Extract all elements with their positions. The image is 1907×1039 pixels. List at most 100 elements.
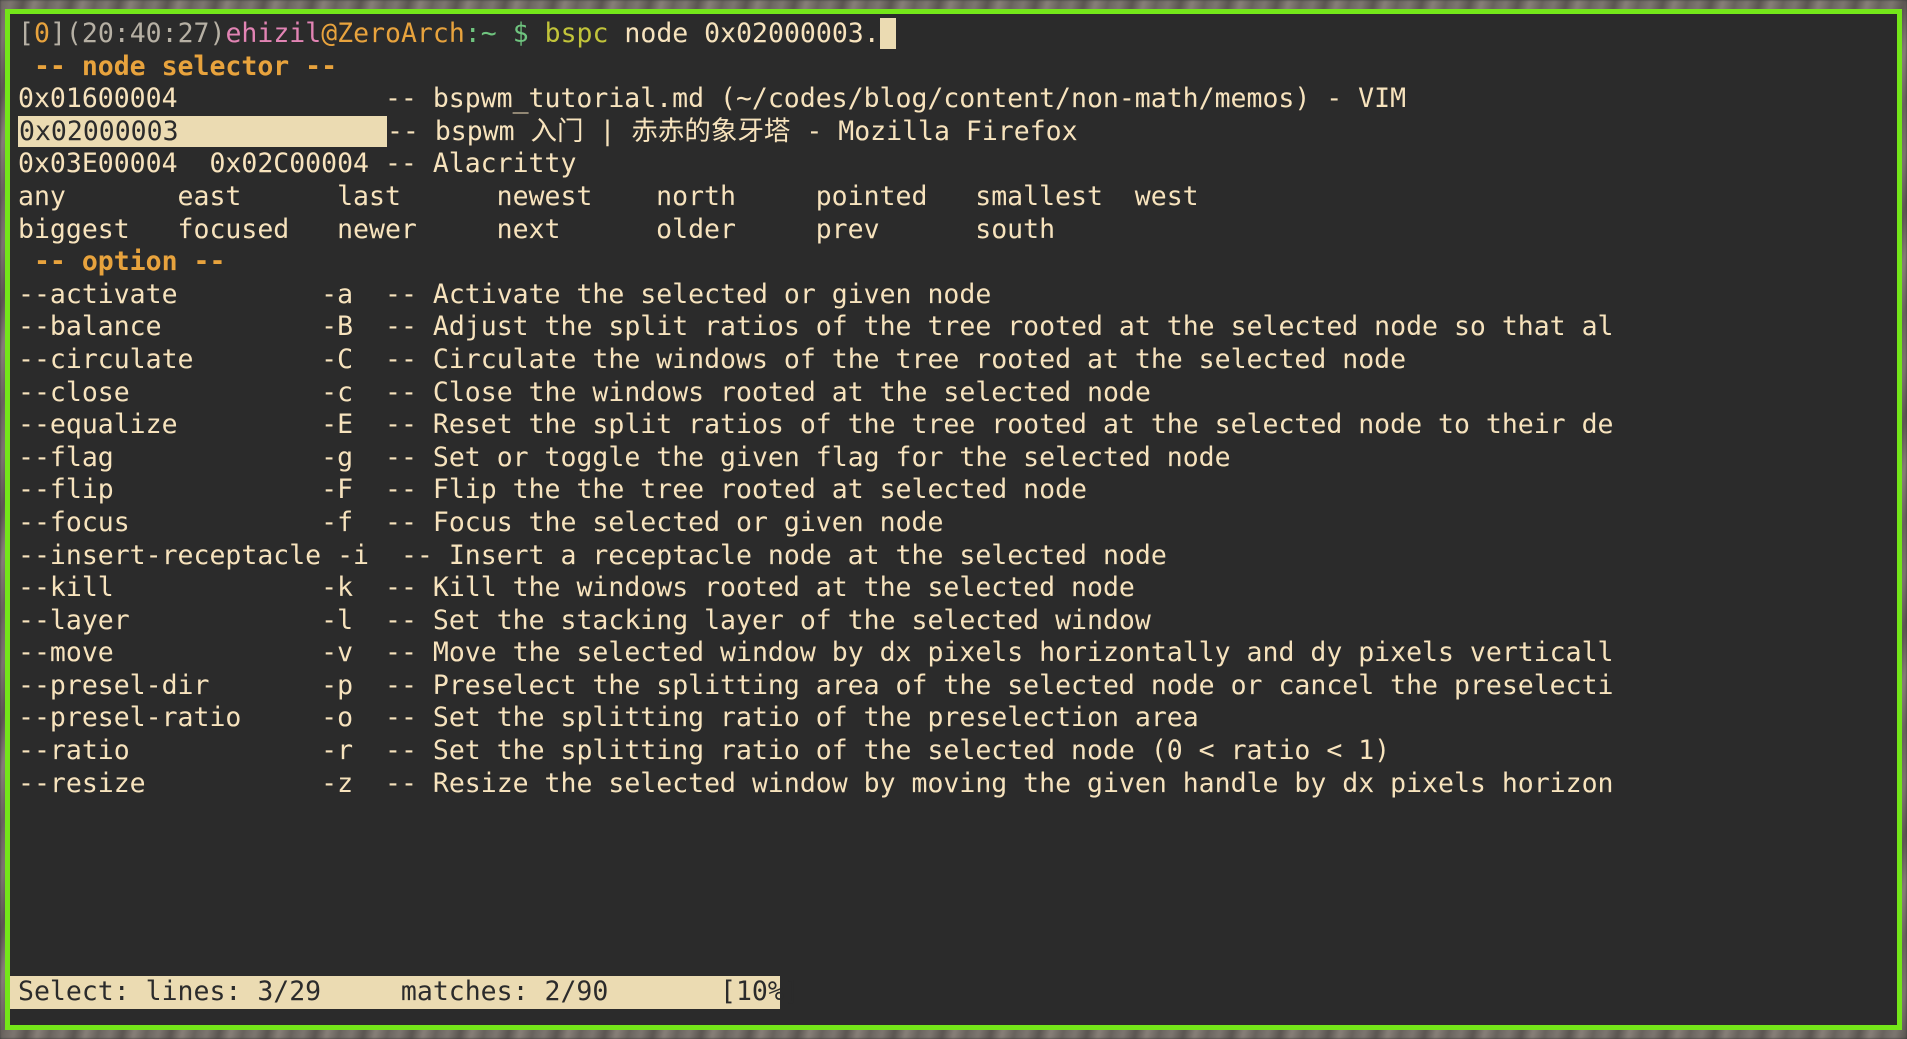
terminal-window[interactable]: [0](20:40:27)ehizil@ZeroArch:~ $ bspc no… bbox=[5, 9, 1902, 1030]
option-short-circulate[interactable]: -C bbox=[321, 344, 353, 375]
node-row-1-selected[interactable]: 0x02000003 -- bspwm 入门 | 赤赤的象牙塔 - Mozill… bbox=[10, 116, 1897, 149]
node-ids-2[interactable]: 0x03E00004 0x02C00004 bbox=[18, 148, 385, 179]
option-long-flag[interactable]: --flag bbox=[18, 442, 321, 473]
option-row-flip[interactable]: --flip -F -- Flip the the tree rooted at… bbox=[10, 474, 1897, 507]
option-short-resize[interactable]: -z bbox=[321, 768, 353, 799]
option-short-layer[interactable]: -l bbox=[321, 605, 353, 636]
option-row-presel-dir[interactable]: --presel-dir -p -- Preselect the splitti… bbox=[10, 670, 1897, 703]
option-long-resize[interactable]: --resize bbox=[18, 768, 321, 799]
option-long-insert-receptacle[interactable]: --insert-receptacle bbox=[18, 540, 337, 571]
option-row-equalize[interactable]: --equalize -E -- Reset the split ratios … bbox=[10, 409, 1897, 442]
option-long-ratio[interactable]: --ratio bbox=[18, 735, 321, 766]
option-sep-presel-dir: -- bbox=[385, 670, 417, 701]
option-short-activate[interactable]: -a bbox=[321, 279, 353, 310]
prompt-user: ehizil bbox=[225, 18, 321, 49]
option-long-kill[interactable]: --kill bbox=[18, 572, 321, 603]
option-desc-equalize: Reset the split ratios of the tree roote… bbox=[433, 409, 1614, 440]
option-desc-presel-ratio: Set the splitting ratio of the preselect… bbox=[433, 702, 1199, 733]
node-ids-1[interactable]: 0x02000003 bbox=[18, 116, 387, 147]
option-long-circulate[interactable]: --circulate bbox=[18, 344, 321, 375]
node-keyword-row-1[interactable]: biggest focused newer next older prev so… bbox=[10, 214, 1897, 247]
completion-status-bar: Select: lines: 3/29 matches: 2/90 [10%] bbox=[10, 976, 780, 1009]
option-long-equalize[interactable]: --equalize bbox=[18, 409, 321, 440]
option-sep-ratio: -- bbox=[385, 735, 417, 766]
option-desc-resize: Resize the selected window by moving the… bbox=[433, 768, 1614, 799]
node-ids-0[interactable]: 0x01600004 bbox=[18, 83, 385, 114]
prompt-bracket-open: [ bbox=[18, 18, 34, 49]
option-sep-circulate: -- bbox=[385, 344, 417, 375]
option-row-presel-ratio[interactable]: --presel-ratio -o -- Set the splitting r… bbox=[10, 702, 1897, 735]
option-short-flip[interactable]: -F bbox=[321, 474, 353, 505]
option-long-balance[interactable]: --balance bbox=[18, 311, 321, 342]
option-short-focus[interactable]: -f bbox=[321, 507, 353, 538]
option-long-activate[interactable]: --activate bbox=[18, 279, 321, 310]
option-sep-equalize: -- bbox=[385, 409, 417, 440]
text-cursor bbox=[880, 18, 896, 49]
terminal-content[interactable]: [0](20:40:27)ehizil@ZeroArch:~ $ bspc no… bbox=[10, 14, 1897, 1025]
option-desc-flip: Flip the the tree rooted at selected nod… bbox=[433, 474, 1087, 505]
option-row-balance[interactable]: --balance -B -- Adjust the split ratios … bbox=[10, 311, 1897, 344]
option-short-move[interactable]: -v bbox=[321, 637, 353, 668]
option-long-flip[interactable]: --flip bbox=[18, 474, 321, 505]
option-row-circulate[interactable]: --circulate -C -- Circulate the windows … bbox=[10, 344, 1897, 377]
option-sep-resize: -- bbox=[385, 768, 417, 799]
option-row-close[interactable]: --close -c -- Close the windows rooted a… bbox=[10, 377, 1897, 410]
prompt-exit-code: 0 bbox=[34, 18, 50, 49]
option-desc-layer: Set the stacking layer of the selected w… bbox=[433, 605, 1151, 636]
option-short-balance[interactable]: -B bbox=[321, 311, 353, 342]
option-short-kill[interactable]: -k bbox=[321, 572, 353, 603]
option-sep-kill: -- bbox=[385, 572, 417, 603]
option-row-flag[interactable]: --flag -g -- Set or toggle the given fla… bbox=[10, 442, 1897, 475]
option-desc-kill: Kill the windows rooted at the selected … bbox=[433, 572, 1135, 603]
option-short-presel-ratio[interactable]: -o bbox=[321, 702, 353, 733]
option-desc-move: Move the selected window by dx pixels ho… bbox=[433, 637, 1614, 668]
option-sep-presel-ratio: -- bbox=[385, 702, 417, 733]
option-short-insert-receptacle[interactable]: -i bbox=[337, 540, 369, 571]
option-short-equalize[interactable]: -E bbox=[321, 409, 353, 440]
option-header: -- option -- bbox=[10, 246, 1897, 279]
option-row-resize[interactable]: --resize -z -- Resize the selected windo… bbox=[10, 768, 1897, 801]
option-row-focus[interactable]: --focus -f -- Focus the selected or give… bbox=[10, 507, 1897, 540]
option-desc-focus: Focus the selected or given node bbox=[433, 507, 944, 538]
prompt-at-symbol: @ bbox=[321, 18, 337, 49]
option-long-presel-ratio[interactable]: --presel-ratio bbox=[18, 702, 321, 733]
node-keyword-row-0[interactable]: any east last newest north pointed small… bbox=[10, 181, 1897, 214]
node-desc-0: -- bspwm_tutorial.md (~/codes/blog/conte… bbox=[385, 83, 1406, 114]
option-sep-close: -- bbox=[385, 377, 417, 408]
option-row-ratio[interactable]: --ratio -r -- Set the splitting ratio of… bbox=[10, 735, 1897, 768]
option-short-close[interactable]: -c bbox=[321, 377, 353, 408]
prompt-host: ZeroArch bbox=[337, 18, 465, 49]
option-sep-flip: -- bbox=[385, 474, 417, 505]
option-sep-insert-receptacle: -- bbox=[401, 540, 433, 571]
option-row-insert-receptacle[interactable]: --insert-receptacle -i -- Insert a recep… bbox=[10, 540, 1897, 573]
option-long-move[interactable]: --move bbox=[18, 637, 321, 668]
option-desc-circulate: Circulate the windows of the tree rooted… bbox=[433, 344, 1406, 375]
prompt-path: :~ bbox=[465, 18, 497, 49]
option-desc-flag: Set or toggle the given flag for the sel… bbox=[433, 442, 1231, 473]
node-desc-1: -- bspwm 入门 | 赤赤的象牙塔 - Mozilla Firefox bbox=[387, 116, 1078, 147]
option-row-move[interactable]: --move -v -- Move the selected window by… bbox=[10, 637, 1897, 670]
option-row-activate[interactable]: --activate -a -- Activate the selected o… bbox=[10, 279, 1897, 312]
option-long-presel-dir[interactable]: --presel-dir bbox=[18, 670, 321, 701]
option-sep-move: -- bbox=[385, 637, 417, 668]
option-long-layer[interactable]: --layer bbox=[18, 605, 321, 636]
option-desc-presel-dir: Preselect the splitting area of the sele… bbox=[433, 670, 1614, 701]
option-short-ratio[interactable]: -r bbox=[321, 735, 353, 766]
option-sep-activate: -- bbox=[385, 279, 417, 310]
option-row-layer[interactable]: --layer -l -- Set the stacking layer of … bbox=[10, 605, 1897, 638]
option-long-focus[interactable]: --focus bbox=[18, 507, 321, 538]
option-long-close[interactable]: --close bbox=[18, 377, 321, 408]
option-short-presel-dir[interactable]: -p bbox=[321, 670, 353, 701]
option-row-kill[interactable]: --kill -k -- Kill the windows rooted at … bbox=[10, 572, 1897, 605]
prompt-bracket-close: ] bbox=[50, 18, 66, 49]
node-row-0[interactable]: 0x01600004 -- bspwm_tutorial.md (~/codes… bbox=[10, 83, 1897, 116]
option-short-flag[interactable]: -g bbox=[321, 442, 353, 473]
option-desc-close: Close the windows rooted at the selected… bbox=[433, 377, 1151, 408]
node-selector-header: -- node selector -- bbox=[10, 51, 1897, 84]
prompt-sigil: $ bbox=[513, 18, 529, 49]
node-row-2[interactable]: 0x03E00004 0x02C00004 -- Alacritty bbox=[10, 148, 1897, 181]
option-sep-flag: -- bbox=[385, 442, 417, 473]
prompt-time: (20:40:27) bbox=[66, 18, 226, 49]
option-desc-balance: Adjust the split ratios of the tree root… bbox=[433, 311, 1614, 342]
option-desc-ratio: Set the splitting ratio of the selected … bbox=[433, 735, 1390, 766]
